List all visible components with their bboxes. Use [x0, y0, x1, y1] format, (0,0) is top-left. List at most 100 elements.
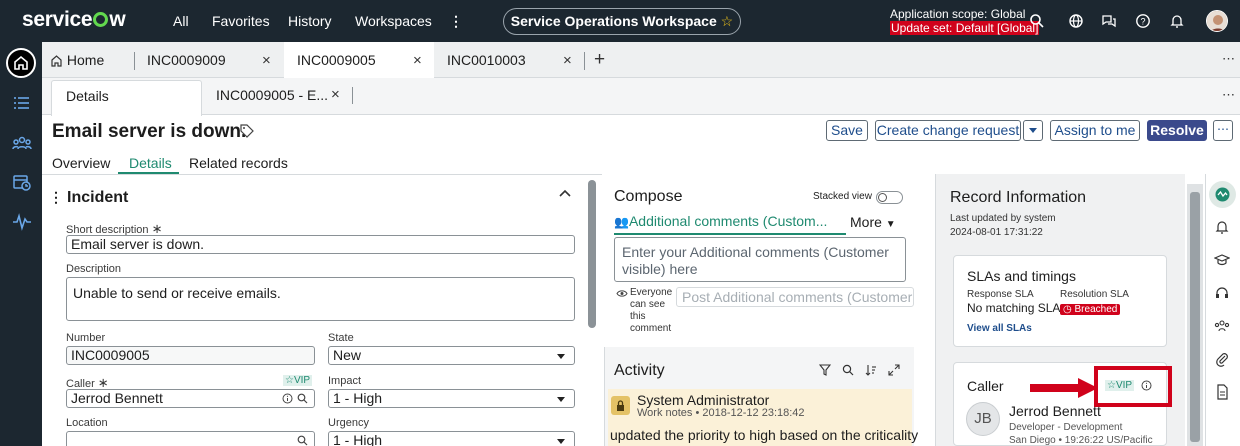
info-icon[interactable] — [1141, 380, 1152, 391]
bell-icon[interactable] — [1214, 219, 1230, 235]
more-dropdown[interactable]: More ▼ — [850, 214, 896, 230]
help-icon[interactable]: ? — [1135, 13, 1151, 29]
description-textarea[interactable]: Unable to send or receive emails. — [66, 277, 575, 321]
groups-icon[interactable] — [12, 134, 32, 152]
chevron-down-icon — [557, 397, 565, 402]
comment-textarea[interactable]: Enter your Additional comments (Customer… — [614, 237, 906, 282]
resolve-button[interactable]: Resolve — [1147, 120, 1207, 141]
servicenow-logo[interactable]: service w — [22, 8, 126, 32]
caller-input[interactable]: Jerrod Bennett — [66, 389, 315, 408]
chat-icon[interactable] — [1101, 13, 1117, 29]
more-label: More — [850, 214, 882, 230]
workspace-pill[interactable]: Service Operations Workspace ☆ — [503, 8, 741, 35]
last-updated-at: 2024-08-01 17:31:22 — [950, 227, 1043, 238]
tab-home[interactable]: Home — [42, 42, 134, 78]
change-request-dropdown[interactable] — [1023, 120, 1043, 141]
breached-badge: ◷ Breached — [1060, 304, 1121, 315]
list-icon[interactable] — [12, 94, 32, 112]
record-title-text: Email server is down. — [52, 121, 247, 142]
close-tab-icon[interactable]: × — [413, 52, 422, 69]
save-button[interactable]: Save — [826, 120, 868, 141]
activity-text: updated the priority to high based on th… — [610, 427, 919, 443]
close-subtab-icon[interactable]: × — [331, 86, 340, 103]
drag-handle-icon[interactable]: ⋮ — [49, 189, 63, 206]
more-actions-button[interactable]: ⋯ — [1213, 120, 1233, 141]
tab-overflow-icon[interactable]: ⋯ — [1222, 51, 1235, 67]
right-panel-scrollbar[interactable] — [1187, 184, 1203, 446]
star-icon[interactable]: ☆ — [721, 13, 734, 29]
lookup-search-icon[interactable] — [297, 435, 308, 446]
lock-icon — [611, 396, 630, 415]
chevron-down-icon: ▼ — [885, 219, 896, 230]
groups-icon[interactable] — [1214, 318, 1230, 334]
people-icon: 👥 — [614, 215, 629, 229]
filter-icon[interactable] — [819, 364, 831, 376]
calendar-clock-icon[interactable] — [12, 173, 32, 191]
view-details[interactable]: Details — [129, 155, 172, 171]
search-icon[interactable] — [842, 364, 854, 376]
pulse-icon[interactable] — [12, 213, 32, 231]
comment-type-tab[interactable]: 👥Additional comments (Custom... — [614, 213, 846, 235]
collapse-chevron-icon[interactable] — [558, 188, 572, 198]
response-sla-label: Response SLA — [967, 289, 1034, 300]
view-related-records[interactable]: Related records — [189, 155, 288, 171]
nav-all[interactable]: All — [173, 13, 189, 29]
subtab-details[interactable]: Details — [51, 80, 202, 116]
add-tab-icon[interactable]: + — [594, 49, 605, 71]
expand-icon[interactable] — [888, 364, 900, 376]
update-set[interactable]: Update set: Default [Global] — [890, 21, 1040, 35]
top-navigation-bar: service w All Favorites History Workspace… — [0, 0, 1240, 42]
nav-workspaces[interactable]: Workspaces — [355, 13, 432, 29]
nav-favorites[interactable]: Favorites — [212, 13, 270, 29]
tab-inc0010003[interactable]: INC0010003 — [434, 42, 584, 78]
required-mark: ∗ — [151, 221, 163, 236]
close-tab-icon[interactable]: × — [262, 52, 271, 69]
activity-meta: Work notes • 2018-12-12 23:18:42 — [637, 407, 805, 419]
caller-location: San Diego • 19:26:22 US/Pacific — [1009, 435, 1153, 446]
agent-assist-icon[interactable] — [1209, 181, 1236, 208]
sla-title: SLAs and timings — [967, 268, 1076, 284]
application-scope[interactable]: Application scope: Global — [890, 7, 1025, 21]
caller-avatar: JB — [966, 402, 1000, 436]
search-icon[interactable] — [1029, 13, 1045, 29]
home-icon[interactable] — [6, 48, 36, 78]
bell-icon[interactable] — [1169, 13, 1185, 29]
state-value: New — [333, 347, 362, 363]
lookup-search-icon[interactable] — [297, 393, 308, 404]
sort-icon[interactable] — [865, 364, 877, 376]
comment-placeholder: Enter your Additional comments (Customer… — [622, 244, 889, 277]
globe-icon[interactable] — [1068, 13, 1084, 29]
vip-badge: ☆VIP — [283, 375, 313, 386]
view-overview[interactable]: Overview — [52, 155, 110, 171]
post-comment-button[interactable]: Post Additional comments (Customer vi — [676, 287, 914, 307]
attachment-icon[interactable] — [1214, 351, 1230, 367]
state-select[interactable]: New — [328, 346, 575, 365]
subtab-overflow-icon[interactable]: ⋯ — [1222, 87, 1235, 103]
subtab-label: Details — [66, 88, 109, 104]
subtab-inc0009005[interactable]: INC0009005 - E... — [216, 80, 328, 110]
panel-scrollbar[interactable] — [588, 180, 596, 328]
chevron-down-icon — [557, 439, 565, 444]
more-menu-icon[interactable]: ⋮ — [449, 13, 463, 30]
view-all-slas-link[interactable]: View all SLAs — [967, 323, 1032, 334]
tab-inc0009005[interactable]: INC0009005 — [284, 42, 434, 78]
breach-clock-icon: ◷ — [1063, 304, 1072, 315]
document-icon[interactable] — [1214, 384, 1230, 400]
urgency-select[interactable]: 1 - High — [328, 431, 575, 446]
nav-history[interactable]: History — [288, 13, 332, 29]
impact-select[interactable]: 1 - High — [328, 389, 575, 408]
info-icon[interactable] — [282, 393, 293, 404]
assign-to-me-button[interactable]: Assign to me — [1050, 120, 1140, 141]
user-avatar[interactable] — [1206, 10, 1228, 32]
stacked-view-toggle[interactable] — [876, 191, 903, 204]
activity-author[interactable]: System Administrator — [637, 392, 769, 408]
location-input[interactable] — [66, 431, 315, 446]
tag-icon[interactable] — [240, 124, 254, 138]
caller-name[interactable]: Jerrod Bennett — [1009, 403, 1101, 419]
tab-inc0009009[interactable]: INC0009009 — [135, 42, 283, 78]
create-change-request-button[interactable]: Create change request — [875, 120, 1021, 141]
close-tab-icon[interactable]: × — [563, 52, 572, 69]
graduation-cap-icon[interactable] — [1214, 252, 1230, 268]
headset-icon[interactable] — [1214, 285, 1230, 301]
short-description-input[interactable]: Email server is down. — [66, 235, 575, 254]
